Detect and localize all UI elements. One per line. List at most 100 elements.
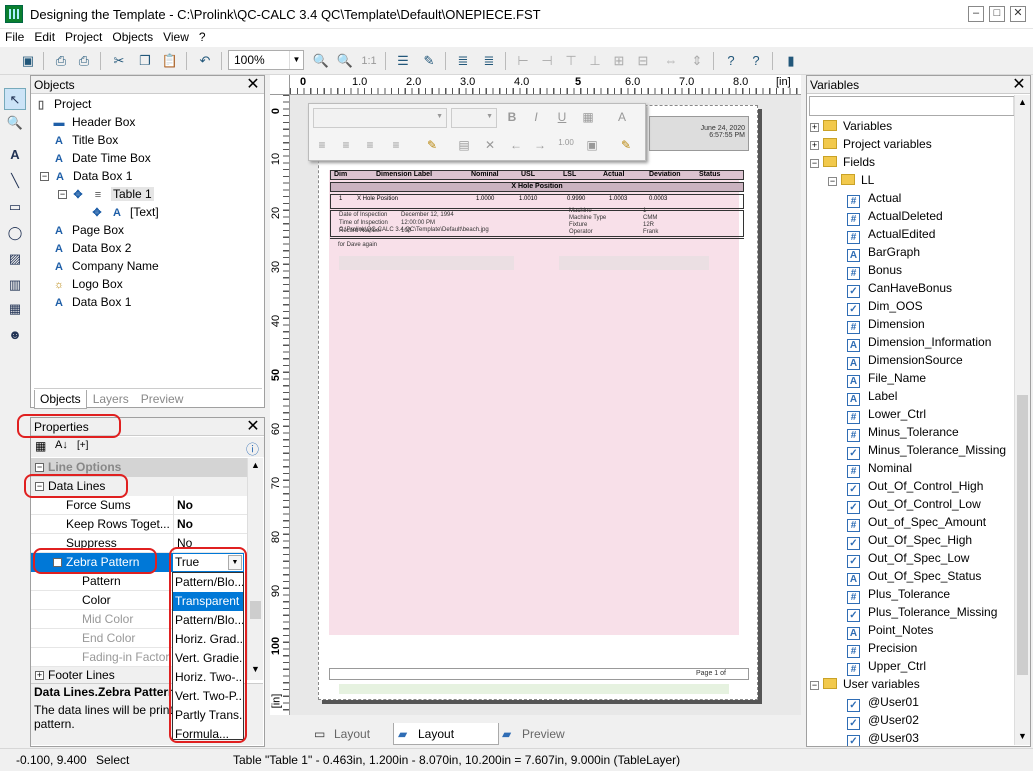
tree-item-field[interactable]: A Point_Notes — [847, 621, 933, 640]
menu-view[interactable]: View — [158, 29, 194, 45]
collapse-icon[interactable]: − — [58, 190, 67, 200]
align-left-icon[interactable]: ⊢ — [512, 50, 534, 72]
maximize-button[interactable]: □ — [989, 6, 1005, 22]
scroll-up-icon[interactable]: ▲ — [1018, 97, 1027, 107]
tree-item-fields[interactable]: − Fields — [810, 153, 875, 171]
table-area[interactable] — [329, 170, 739, 635]
tree-item-field[interactable]: A BarGraph — [847, 243, 920, 262]
arrow-left-icon[interactable]: ← — [507, 138, 525, 152]
close-window-button[interactable]: ✕ — [1010, 6, 1026, 22]
context-help-icon[interactable]: ? — [745, 50, 767, 72]
tree-item-field[interactable]: ✓ Minus_Tolerance_Missing — [847, 441, 1006, 460]
scroll-thumb[interactable] — [1017, 395, 1028, 675]
tree-item-user03[interactable]: ✓ @User03 — [847, 729, 919, 746]
align-bottom-icon[interactable]: ⊟ — [632, 50, 654, 72]
prop-row-keep-rows-together[interactable]: Keep Rows Toget... No — [31, 515, 247, 534]
date-time-box[interactable]: June 24, 2020 6:57:55 PM — [649, 116, 749, 151]
undo-icon[interactable]: ↶ — [194, 50, 216, 72]
tree-item-field[interactable]: # Lower_Ctrl — [847, 405, 926, 424]
prop-row-pattern[interactable]: Pattern — [31, 572, 172, 591]
prop-row-force-sums[interactable]: Force Sums No — [31, 496, 247, 515]
tree-item-field[interactable]: # Nominal — [847, 459, 912, 478]
properties-icon[interactable]: ☰ — [392, 50, 414, 72]
justify-text-icon[interactable]: ≡ — [387, 138, 405, 152]
tree-item-user02[interactable]: ✓ @User02 — [847, 711, 919, 730]
tree-item-field[interactable]: ✓ Plus_Tolerance_Missing — [847, 603, 997, 622]
tab-layers[interactable]: Layers — [87, 389, 135, 408]
tree-item-field[interactable]: ✓ CanHaveBonus — [847, 279, 952, 298]
table-tool-icon[interactable]: ▦ — [4, 298, 26, 320]
zoom-tool-icon[interactable]: 🔍 — [4, 112, 26, 134]
align-right-icon[interactable]: ⊤ — [560, 50, 582, 72]
tree-item-field[interactable]: A Dimension_Information — [847, 333, 991, 352]
exit-designer-icon[interactable]: ▮ — [780, 50, 802, 72]
zoom-out-icon[interactable]: 🔍 — [334, 50, 356, 72]
tree-item-field[interactable]: A DimensionSource — [847, 351, 963, 370]
zoom-select[interactable]: 100% ▼ — [228, 50, 304, 70]
paste-icon[interactable]: 📋 — [159, 50, 181, 72]
tree-item-field[interactable]: A Label — [847, 387, 897, 406]
line-spacing-icon[interactable]: 1.00 — [557, 138, 575, 147]
zoom-ratio-button[interactable]: 1:1 — [358, 50, 380, 72]
same-height-icon[interactable]: ⇕ — [686, 50, 708, 72]
align-left-text-icon[interactable]: ≡ — [313, 138, 331, 152]
tree-item-table-1[interactable]: − ✥ ≡ Table 1 — [54, 185, 154, 203]
scroll-thumb[interactable] — [250, 601, 261, 619]
align-right-text-icon[interactable]: ≡ — [361, 138, 379, 152]
italic-icon[interactable]: I — [527, 110, 545, 124]
scroll-up-icon[interactable]: ▲ — [251, 460, 260, 470]
menu-file[interactable]: File — [0, 29, 29, 45]
align-middle-icon[interactable]: ⊞ — [608, 50, 630, 72]
prop-row-fading-in-factor[interactable]: Fading-in Factor — [31, 648, 172, 667]
section-footer-lines[interactable]: + Footer Lines — [31, 667, 172, 683]
page-box[interactable]: Page 1 of — [329, 668, 749, 680]
tree-item-data-box-1b[interactable]: A Data Box 1 — [52, 293, 131, 311]
tree-item-field[interactable]: # Bonus — [847, 261, 902, 280]
scroll-down-icon[interactable]: ▼ — [251, 664, 260, 674]
text-tool-icon[interactable]: A — [4, 144, 26, 166]
tree-item-field[interactable]: ✓ Out_Of_Control_High — [847, 477, 983, 496]
expand-icon[interactable]: + — [810, 141, 819, 150]
report-page[interactable]: June 24, 2020 6:57:55 PM Dim Dimension L… — [318, 105, 758, 700]
tree-item-field[interactable]: ✓ Out_Of_Control_Low — [847, 495, 981, 514]
categorized-icon[interactable]: ▦ — [35, 439, 46, 453]
close-icon[interactable]: ✕ — [244, 419, 262, 435]
design-canvas[interactable]: June 24, 2020 6:57:55 PM Dim Dimension L… — [290, 95, 801, 715]
layer-down-icon[interactable]: ≣ — [478, 50, 500, 72]
collapse-icon[interactable]: − — [810, 159, 819, 168]
menu-objects[interactable]: Objects — [107, 29, 158, 45]
tree-item-ll[interactable]: − LL — [828, 171, 874, 189]
tree-item-field[interactable]: # Minus_Tolerance — [847, 423, 959, 442]
align-center-text-icon[interactable]: ≡ — [337, 138, 355, 152]
tree-item-user-variables[interactable]: − User variables — [810, 675, 920, 693]
minimize-button[interactable]: – — [968, 6, 984, 22]
select-tool-icon[interactable]: ↖ — [4, 88, 26, 110]
collapse-icon[interactable]: − — [35, 463, 44, 473]
edit-object-icon[interactable]: ✎ — [418, 50, 440, 72]
collapse-icon[interactable]: − — [828, 177, 837, 186]
chevron-down-icon[interactable]: ▼ — [289, 51, 303, 69]
variables-scrollbar[interactable]: ▲ ▼ — [1014, 95, 1030, 745]
collapse-icon[interactable]: − — [40, 172, 49, 182]
font-name-select[interactable]: ▼ — [313, 108, 447, 128]
font-icon[interactable]: A — [613, 110, 631, 124]
tree-item-field[interactable]: # ActualEdited — [847, 225, 935, 244]
tree-item-header-box[interactable]: ▬ Header Box — [52, 113, 136, 131]
delete-icon[interactable]: ✕ — [481, 138, 499, 152]
menu-project[interactable]: Project — [60, 29, 107, 45]
tab-preview-bottom[interactable]: ▰ Preview — [498, 723, 584, 745]
tree-item-field[interactable]: ✓ Dim_OOS — [847, 297, 923, 316]
tree-item-project-variables[interactable]: + Project variables — [810, 135, 932, 153]
layer-up-icon[interactable]: ≣ — [452, 50, 474, 72]
tree-item-title-box[interactable]: A Title Box — [52, 131, 118, 149]
tree-item-field[interactable]: ✓ Out_Of_Spec_Low — [847, 549, 969, 568]
copy-icon[interactable]: ❐ — [134, 50, 156, 72]
underline-icon[interactable]: U — [553, 110, 571, 124]
font-size-select[interactable]: ▼ — [451, 108, 497, 128]
prop-row-end-color[interactable]: End Color — [31, 629, 172, 648]
tree-item-text[interactable]: ✥ A [Text] — [90, 203, 158, 221]
tree-item-field[interactable]: # Precision — [847, 639, 917, 658]
arrow-right-icon[interactable]: → — [531, 138, 549, 152]
tree-item-logo-box[interactable]: ☼ Logo Box — [52, 275, 123, 293]
rectangle-tool-icon[interactable]: ▭ — [4, 196, 26, 218]
